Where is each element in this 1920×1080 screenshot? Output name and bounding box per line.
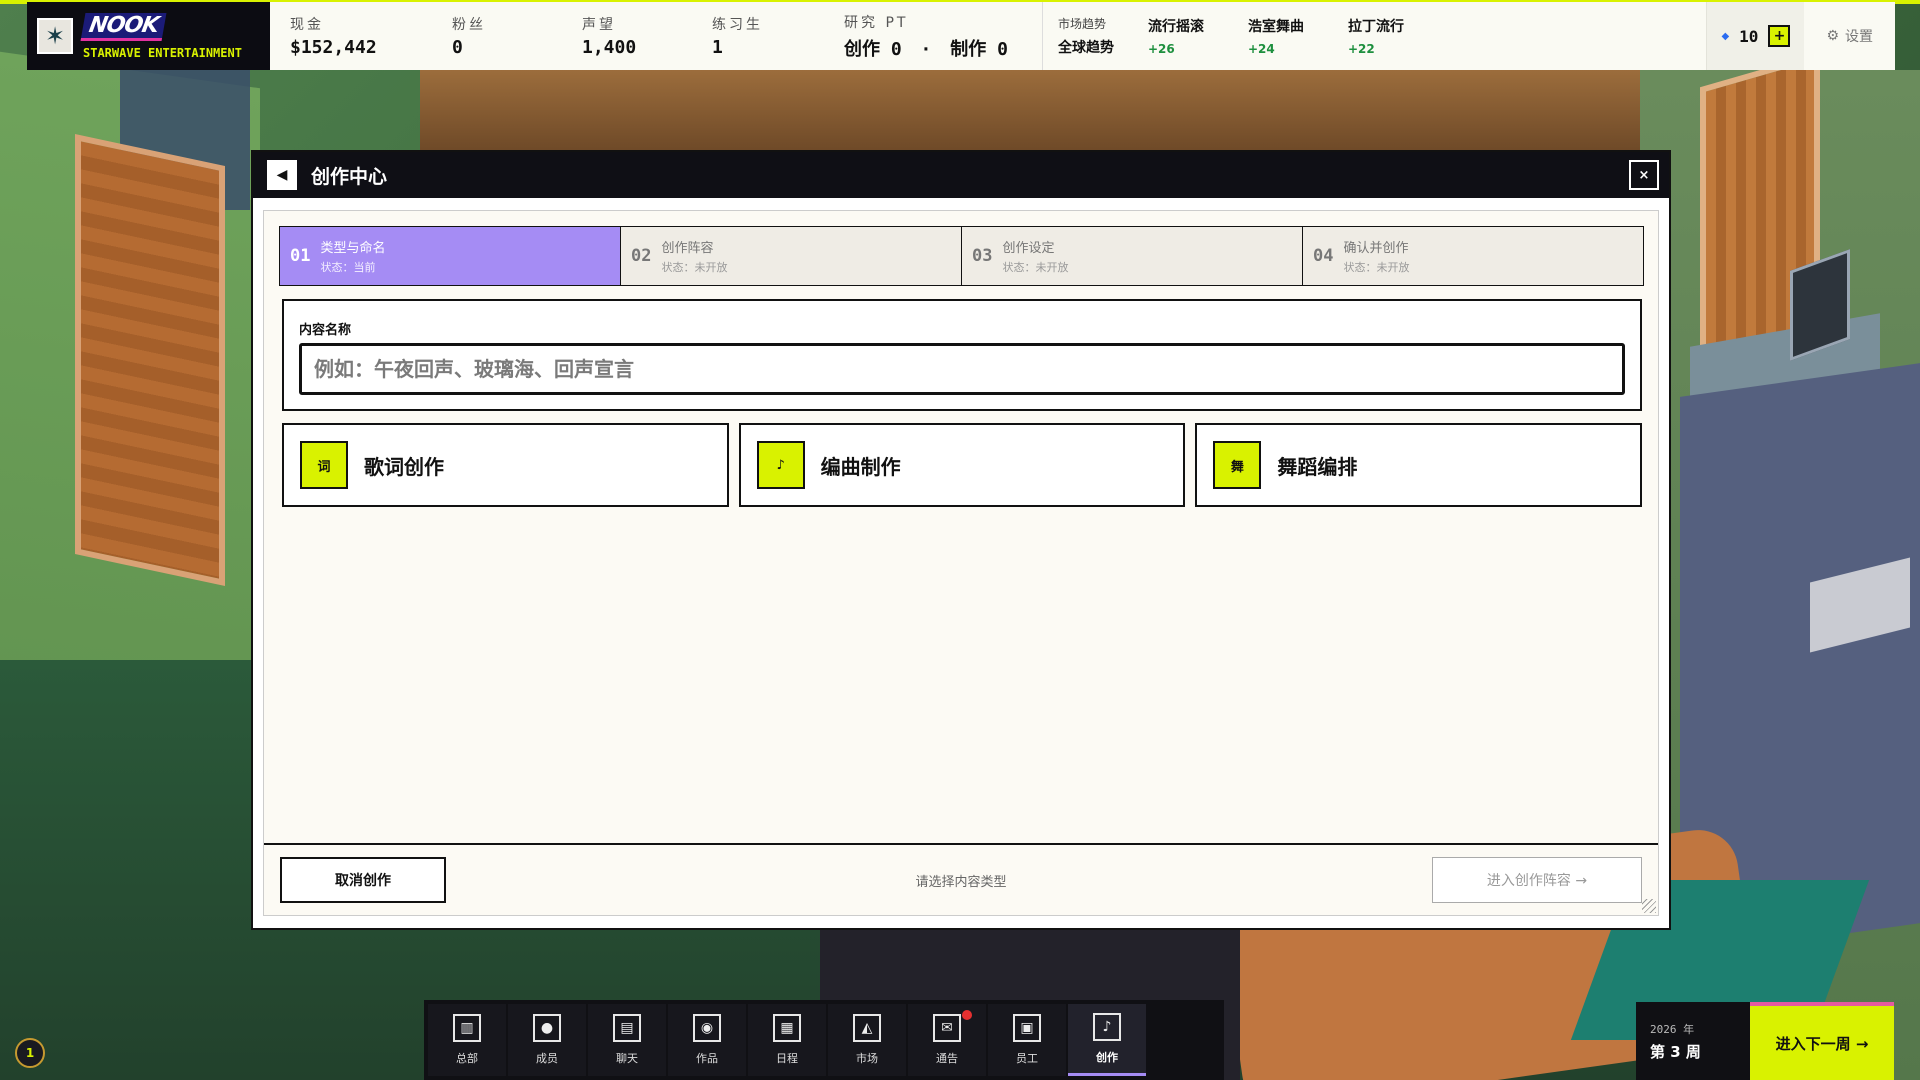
type-choreography-button[interactable]: 舞 舞蹈编排: [1195, 423, 1643, 507]
back-button[interactable]: ◀: [267, 160, 297, 190]
stat-research: 研究 PT 创作 0 · 制作 0: [844, 14, 1008, 60]
back-arrow-icon: ◀: [276, 167, 288, 183]
settings-label: 设置: [1845, 29, 1873, 45]
nav-item-create[interactable]: ♪ 创作: [1068, 1004, 1146, 1076]
market-chart-icon: ◭: [853, 1014, 881, 1042]
dance-icon: 舞: [1213, 441, 1262, 489]
trend-item: 流行摇滚 +26: [1148, 19, 1204, 56]
bottom-nav: ▥ 总部 ● 成员 ▤ 聊天 ◉ 作品 ▦ 日程 ◭ 市场 ✉ 通告 ▣ 员工 …: [424, 1000, 1224, 1080]
next-week-button[interactable]: 进入下一周 →: [1750, 1002, 1894, 1080]
gem-count: 10: [1739, 26, 1759, 46]
modal-title: 创作中心: [311, 165, 388, 188]
date-year: 2026 年: [1650, 1022, 1695, 1036]
gem-icon: ◆: [1721, 30, 1730, 42]
company-name: STARWAVE ENTERTAINMENT: [83, 45, 242, 60]
close-button[interactable]: ×: [1629, 160, 1659, 190]
lyrics-icon: 词: [300, 441, 348, 489]
nav-item-members[interactable]: ● 成员: [508, 1004, 586, 1076]
level-badge[interactable]: 1: [15, 1038, 45, 1068]
content-type-options: 词 歌词创作 ♪ 编曲制作 舞 舞蹈编排: [282, 423, 1643, 507]
trend-item: 浩室舞曲 +24: [1248, 19, 1304, 56]
stat-cash: 现金 $152,442: [290, 17, 377, 58]
disc-icon: ◉: [693, 1014, 721, 1042]
stats-bar: 现金 $152,442 粉丝 0 声望 1,400 练习生 1 研究 PT 创作…: [270, 2, 1014, 70]
content-name-input[interactable]: [299, 343, 1625, 395]
add-currency-button[interactable]: +: [1768, 25, 1791, 47]
music-note-icon: ♪: [756, 441, 805, 489]
brand-logo: NOOK: [80, 12, 167, 41]
type-lyrics-button[interactable]: 词 歌词创作: [282, 423, 729, 507]
calendar-icon: ▦: [773, 1014, 801, 1042]
modal-body: 01 类型与命名 状态：当前 02 创作阵容 状态：未开放 03 创作设定 状态…: [263, 210, 1659, 916]
step-type-and-name[interactable]: 01 类型与命名 状态：当前: [280, 227, 621, 285]
notification-dot: [962, 1010, 972, 1020]
step-confirm-and-create: 04 确认并创作 状态：未开放: [1303, 227, 1643, 285]
trends-heading: 市场趋势: [1058, 17, 1107, 31]
step-progress: 01 类型与命名 状态：当前 02 创作阵容 状态：未开放 03 创作设定 状态…: [279, 226, 1644, 286]
close-icon: ×: [1638, 167, 1650, 183]
stat-trainees: 练习生 1: [712, 17, 763, 58]
create-icon: ♪: [1093, 1012, 1121, 1041]
person-icon: ●: [533, 1014, 561, 1042]
building-icon: ▥: [453, 1014, 481, 1042]
step-creative-lineup: 02 创作阵容 状态：未开放: [621, 227, 962, 285]
date-week: 第 3 周: [1650, 1042, 1701, 1061]
creation-center-modal: ◀ 创作中心 × 01 类型与命名 状态：当前 02 创作阵容 状态：未开放 0…: [251, 150, 1671, 930]
premium-currency: ◆ 10 +: [1706, 2, 1805, 70]
modal-footer: 取消创作 请选择内容类型 进入创作阵容 →: [264, 843, 1658, 915]
next-step-button[interactable]: 进入创作阵容 →: [1432, 857, 1642, 903]
nav-item-staff[interactable]: ▣ 员工: [988, 1004, 1066, 1076]
announcement-icon: ✉: [933, 1014, 961, 1042]
content-name-section: 内容名称: [282, 299, 1642, 411]
trends-scope: 全球趋势: [1058, 40, 1114, 56]
star-emblem-icon: ✶: [37, 18, 73, 54]
nav-item-headquarters[interactable]: ▥ 总部: [428, 1004, 506, 1076]
nav-item-chat[interactable]: ▤ 聊天: [588, 1004, 666, 1076]
nav-item-announcements[interactable]: ✉ 通告: [908, 1004, 986, 1076]
resize-handle-icon[interactable]: [1642, 899, 1656, 913]
current-date: 2026 年 第 3 周: [1636, 1002, 1750, 1080]
settings-button[interactable]: ⚙ 设置: [1804, 2, 1895, 70]
top-hud: ✶ NOOK STARWAVE ENTERTAINMENT 现金 $152,44…: [27, 2, 1895, 70]
briefcase-icon: ▣: [1013, 1014, 1041, 1042]
gear-icon: ⚙: [1826, 28, 1839, 44]
nav-item-market[interactable]: ◭ 市场: [828, 1004, 906, 1076]
market-trends[interactable]: 市场趋势 全球趋势 流行摇滚 +26 浩室舞曲 +24 拉丁流行 +22: [1042, 2, 1438, 70]
stat-fans: 粉丝 0: [452, 17, 486, 58]
chat-icon: ▤: [613, 1014, 641, 1042]
trend-item: 拉丁流行 +22: [1348, 19, 1404, 56]
brand-block: ✶ NOOK STARWAVE ENTERTAINMENT: [27, 2, 270, 70]
content-name-label: 内容名称: [299, 323, 352, 338]
type-arrangement-button[interactable]: ♪ 编曲制作: [738, 423, 1186, 507]
nav-item-works[interactable]: ◉ 作品: [668, 1004, 746, 1076]
step-creative-settings: 03 创作设定 状态：未开放: [962, 227, 1303, 285]
modal-header: ◀ 创作中心 ×: [253, 152, 1669, 198]
nav-item-schedule[interactable]: ▦ 日程: [748, 1004, 826, 1076]
stat-fame: 声望 1,400: [582, 17, 637, 58]
